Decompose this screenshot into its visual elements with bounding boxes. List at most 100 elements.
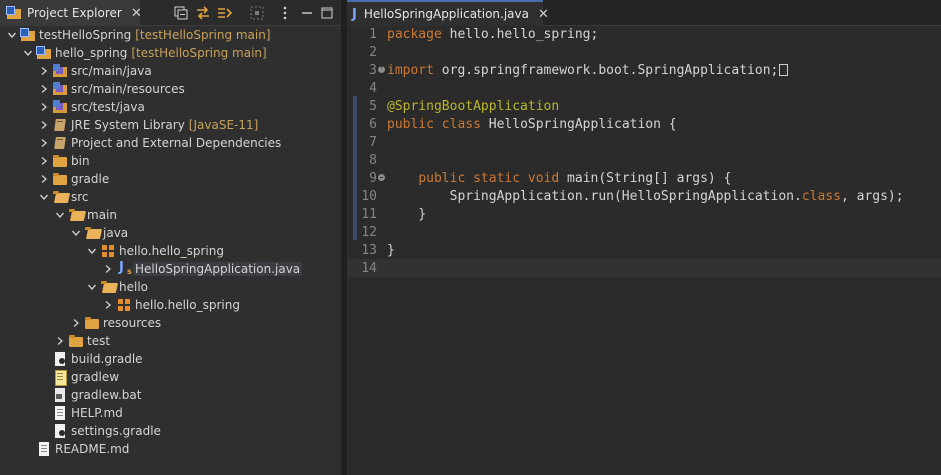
- tree-item-label: java: [103, 226, 129, 240]
- source-folder-icon: [52, 99, 68, 115]
- fold-gutter: [377, 205, 387, 223]
- code-token: org.springframework.boot.SpringApplicati…: [433, 62, 779, 78]
- tree-item[interactable]: hello.hello_spring: [0, 242, 341, 260]
- code-line[interactable]: 14: [347, 259, 941, 277]
- maximize-icon[interactable]: [318, 4, 336, 22]
- code-line[interactable]: 1 package hello.hello_spring;: [347, 25, 941, 43]
- chevron-down-icon[interactable]: [6, 26, 18, 44]
- code-line[interactable]: 6 public class HelloSpringApplication {: [347, 115, 941, 133]
- link-with-editor-icon[interactable]: [194, 4, 212, 22]
- close-icon[interactable]: ✕: [538, 7, 549, 22]
- project-icon: [36, 45, 52, 61]
- tab-project-explorer[interactable]: Project Explorer ✕: [0, 0, 142, 26]
- tree-item[interactable]: bin: [0, 152, 341, 170]
- fold-gutter: [377, 187, 387, 205]
- code-line[interactable]: 2: [347, 43, 941, 61]
- code-line[interactable]: 4: [347, 79, 941, 97]
- library-icon: [52, 135, 68, 151]
- code-line[interactable]: 11 }: [347, 205, 941, 223]
- chevron-right-icon[interactable]: [102, 260, 114, 278]
- code-line[interactable]: 3 import org.springframework.boot.SpringA…: [347, 61, 941, 79]
- tree-item[interactable]: testHelloSpring [testHelloSpring main]: [0, 26, 341, 44]
- code-line[interactable]: 9 public static void main(String[] args)…: [347, 169, 941, 187]
- folder-icon: [84, 315, 100, 331]
- script-file-icon: [52, 369, 68, 386]
- tree-item[interactable]: hello: [0, 278, 341, 296]
- collapse-fold-icon[interactable]: [377, 169, 387, 187]
- code-token: main(String[] args) {: [559, 170, 732, 186]
- tree-item-label: settings.gradle: [71, 424, 161, 438]
- chevron-down-icon[interactable]: [86, 278, 98, 296]
- code-line[interactable]: 13}: [347, 241, 941, 259]
- chevron-right-icon[interactable]: [54, 332, 66, 350]
- tree-item[interactable]: HelloSpringApplication.java: [0, 260, 341, 278]
- chevron-right-icon[interactable]: [38, 152, 50, 170]
- chevron-right-icon[interactable]: [38, 134, 50, 152]
- tree-item[interactable]: src/main/resources: [0, 80, 341, 98]
- code-text: public static void main(String[] args) {: [387, 171, 731, 186]
- fold-gutter: [377, 133, 387, 151]
- chevron-down-icon[interactable]: [22, 44, 34, 62]
- chevron-right-icon[interactable]: [38, 62, 50, 80]
- java-file-icon: J: [352, 6, 357, 22]
- tree-item[interactable]: test: [0, 332, 341, 350]
- tree-item[interactable]: gradle: [0, 170, 341, 188]
- collapse-all-icon[interactable]: [172, 4, 190, 22]
- chevron-down-icon[interactable]: [54, 206, 66, 224]
- line-number: 1: [369, 26, 377, 42]
- project-icon: [20, 27, 36, 43]
- tree-item-decoration: [testHelloSpring main]: [135, 28, 271, 42]
- code-line[interactable]: 7: [347, 133, 941, 151]
- close-icon[interactable]: ✕: [131, 6, 142, 21]
- chevron-right-icon[interactable]: [38, 116, 50, 134]
- tree-item[interactable]: Project and External Dependencies: [0, 134, 341, 152]
- tree-item[interactable]: hello_spring [testHelloSpring main]: [0, 44, 341, 62]
- keyword: class: [441, 116, 481, 132]
- tree-item[interactable]: src: [0, 188, 341, 206]
- package-icon: [100, 243, 116, 259]
- expand-fold-icon[interactable]: [377, 61, 387, 79]
- keyword: void: [527, 170, 560, 186]
- tree-item[interactable]: README.md: [0, 440, 341, 458]
- code-line[interactable]: 8: [347, 151, 941, 169]
- view-menu-icon[interactable]: [276, 4, 294, 22]
- code-line[interactable]: 5 @SpringBootApplication: [347, 97, 941, 115]
- minimize-icon[interactable]: [298, 4, 316, 22]
- chevron-down-icon[interactable]: [86, 242, 98, 260]
- tree-item[interactable]: HELP.md: [0, 404, 341, 422]
- tree-item[interactable]: main: [0, 206, 341, 224]
- tree-item[interactable]: hello.hello_spring: [0, 296, 341, 314]
- tree-item[interactable]: JRE System Library [JavaSE-11]: [0, 116, 341, 134]
- code-line[interactable]: 12: [347, 223, 941, 241]
- tree-item[interactable]: build.gradle: [0, 350, 341, 368]
- tree-item[interactable]: src/main/java: [0, 62, 341, 80]
- chevron-right-icon[interactable]: [38, 98, 50, 116]
- chevron-down-icon[interactable]: [70, 224, 82, 242]
- folded-import-marker[interactable]: [779, 63, 789, 76]
- tree-item-label: src: [71, 190, 89, 204]
- package-icon: [116, 297, 132, 313]
- chevron-right-icon[interactable]: [102, 296, 114, 314]
- tab-hellospringapplication-java[interactable]: J HelloSpringApplication.java ✕: [347, 0, 549, 26]
- keyword: import: [387, 62, 434, 78]
- chevron-right-icon[interactable]: [38, 80, 50, 98]
- code-line[interactable]: 10 SpringApplication.run(HelloSpringAppl…: [347, 187, 941, 205]
- chevron-right-icon[interactable]: [70, 314, 82, 332]
- tree-item[interactable]: src/test/java: [0, 98, 341, 116]
- tree-item[interactable]: gradlew: [0, 368, 341, 386]
- code-area[interactable]: 1 package hello.hello_spring; 2 3 import org…: [347, 26, 941, 475]
- filter-icon[interactable]: [216, 4, 234, 22]
- chevron-down-icon[interactable]: [38, 188, 50, 206]
- keyword: public: [387, 116, 434, 132]
- fold-gutter: [377, 241, 387, 259]
- line-number: 12: [361, 224, 377, 240]
- focus-icon[interactable]: [248, 4, 266, 22]
- tree-item[interactable]: java: [0, 224, 341, 242]
- fold-gutter: [377, 25, 387, 43]
- tree-item[interactable]: gradlew.bat: [0, 386, 341, 404]
- open-folder-icon: [84, 225, 100, 241]
- chevron-right-icon[interactable]: [38, 170, 50, 188]
- tree-item[interactable]: resources: [0, 314, 341, 332]
- tree-item[interactable]: settings.gradle: [0, 422, 341, 440]
